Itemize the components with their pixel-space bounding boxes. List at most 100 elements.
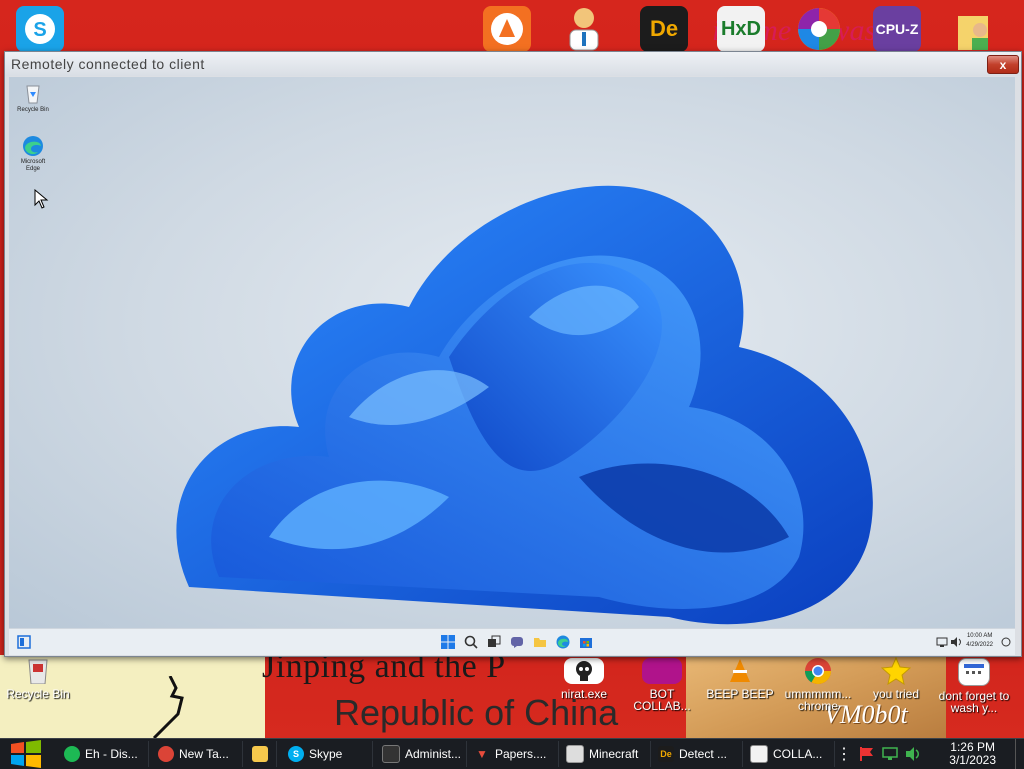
desktop-icon-label: BEEP BEEP [706, 687, 774, 701]
skype-icon[interactable]: S [16, 6, 64, 52]
taskbar-item-chrome[interactable]: New Ta... [152, 741, 243, 767]
taskbar-item-label: New Ta... [179, 747, 229, 761]
remote-desktop-icon-recycle-bin[interactable]: Recycle Bin [13, 83, 53, 114]
flag-icon[interactable] [858, 746, 876, 762]
skype-icon: S [288, 746, 304, 762]
desktop-icon-wash[interactable]: dont forget to wash y... [938, 658, 1010, 714]
close-icon: x [999, 57, 1007, 72]
mouse-cursor-icon [34, 189, 49, 209]
spotify-icon [64, 746, 80, 762]
folder-icon [252, 746, 268, 762]
desktop-icon-nirat[interactable]: nirat.exe [548, 658, 620, 700]
de-icon: De [658, 746, 674, 762]
remote-clock-date: 4/29/2022 [966, 642, 993, 648]
remote-desktop-icon-edge[interactable]: Microsoft Edge [13, 135, 53, 173]
store-icon [580, 638, 592, 648]
desktop-icon-label: nirat.exe [560, 687, 608, 701]
volume-icon[interactable] [904, 746, 922, 762]
svg-text:S: S [33, 19, 46, 41]
remote-search-button[interactable] [462, 633, 480, 651]
desktop-icon-beep-beep[interactable]: BEEP BEEP [704, 658, 776, 700]
widgets-icon [17, 635, 31, 649]
remote-taskbar: 10:00 AM 4/29/2022 [9, 628, 1015, 655]
taskbar-item-skype[interactable]: S Skype [282, 741, 373, 767]
taskbar-item-label: Minecraft [589, 747, 639, 761]
taskbar-item-papers[interactable]: ▼ Papers.... [468, 741, 559, 767]
remote-store-button[interactable] [577, 633, 595, 651]
start-button[interactable] [0, 739, 52, 769]
desktop-icon-label: Recycle Bin [6, 687, 70, 701]
cpuz-icon[interactable]: CPU-Z [873, 6, 921, 52]
taskbar-item-administrator[interactable]: Administ... [376, 741, 467, 767]
remote-start-button[interactable] [439, 633, 457, 651]
chat-icon [511, 637, 523, 648]
user-folder-icon[interactable] [950, 6, 998, 52]
taskbar-item-label: Eh - Dis... [85, 747, 138, 761]
remote-file-explorer-button[interactable] [531, 633, 549, 651]
bot-collab-icon [642, 658, 682, 684]
desktop-icon-label: BOT COLLAB... [633, 687, 691, 713]
host-taskbar: Eh - Dis... New Ta... S Skype Administ..… [0, 738, 1024, 769]
remote-window-title: Remotely connected to client [11, 56, 205, 72]
windows-logo-icon [441, 635, 455, 649]
taskbar-item-file-explorer[interactable] [246, 741, 277, 767]
desktop-icon-chrome[interactable]: ummmmm... chrome [782, 658, 854, 712]
taskbar-clock[interactable]: 1:26 PM 3/1/2023 [949, 741, 996, 767]
minecraft-icon [566, 745, 584, 763]
de-icon[interactable]: De [640, 6, 688, 52]
system-tray: ⋮ [836, 739, 922, 769]
taskbar-item-label: COLLA... [773, 747, 823, 761]
more-icon[interactable]: ⋮ [836, 744, 852, 764]
hxd-icon[interactable]: HxD [717, 6, 765, 52]
edge-icon [556, 635, 570, 649]
windows-logo-icon [11, 740, 41, 768]
show-desktop-button[interactable] [1015, 739, 1024, 769]
desktop-icon-you-tried[interactable]: you tried [860, 657, 932, 701]
network-icon[interactable] [881, 746, 899, 762]
chrome-icon [158, 746, 174, 762]
search-icon [464, 635, 478, 649]
windows-11-bloom-image [176, 185, 873, 625]
skull-icon [564, 658, 604, 684]
desktop-icon-label: dont forget to wash y... [938, 689, 1010, 715]
folder-icon [534, 638, 546, 647]
papers-icon: ▼ [476, 747, 488, 761]
remote-desktop-window[interactable]: Remotely connected to client x Recycle B… [4, 51, 1022, 657]
taskbar-item-label: Papers.... [495, 747, 547, 761]
calendar-icon [958, 658, 990, 686]
cmd-icon [382, 745, 400, 763]
avast-icon[interactable] [483, 6, 531, 52]
clock-date: 3/1/2023 [949, 753, 996, 767]
remote-clock[interactable]: 10:00 AM 4/29/2022 [966, 632, 993, 650]
star-icon [881, 657, 911, 685]
remote-chat-button[interactable] [508, 633, 526, 651]
desktop-icon-recycle-bin[interactable]: Recycle Bin [2, 658, 74, 700]
remote-desktop-wallpaper: Recycle Bin Microsoft Edge [9, 77, 1015, 628]
remote-window-titlebar[interactable]: Remotely connected to client x [5, 52, 1021, 76]
taskbar-item-collab[interactable]: COLLA... [744, 741, 835, 767]
doctor-icon[interactable] [560, 6, 608, 52]
task-view-icon [488, 635, 501, 647]
remote-widgets-button[interactable] [15, 633, 33, 651]
chrome-icon [803, 658, 833, 685]
remote-volume-icon[interactable] [947, 633, 965, 651]
picasa-icon[interactable] [795, 6, 843, 52]
desktop-icon-label: you tried [872, 687, 920, 701]
wallpaper-border-line [152, 676, 184, 738]
desktop-icon-bot-collab[interactable]: BOT COLLAB... [626, 658, 698, 712]
remote-task-view-button[interactable] [485, 633, 503, 651]
recycle-bin-icon [23, 658, 53, 684]
taskbar-item-label: Administ... [405, 747, 462, 761]
remote-clock-time: 10:00 AM [966, 633, 993, 639]
taskbar-item-spotify[interactable]: Eh - Dis... [58, 741, 149, 767]
remote-icon-label: Recycle Bin [17, 107, 49, 113]
recycle-bin-icon [22, 83, 44, 105]
app-icon [750, 745, 768, 763]
close-button[interactable]: x [987, 55, 1019, 74]
remote-edge-button[interactable] [554, 633, 572, 651]
taskbar-item-detect[interactable]: De Detect ... [652, 741, 743, 767]
vlc-cone-icon [725, 658, 755, 684]
taskbar-item-minecraft[interactable]: Minecraft [560, 741, 651, 767]
taskbar-item-label: Skype [309, 747, 343, 761]
remote-notifications-icon[interactable] [997, 633, 1015, 651]
